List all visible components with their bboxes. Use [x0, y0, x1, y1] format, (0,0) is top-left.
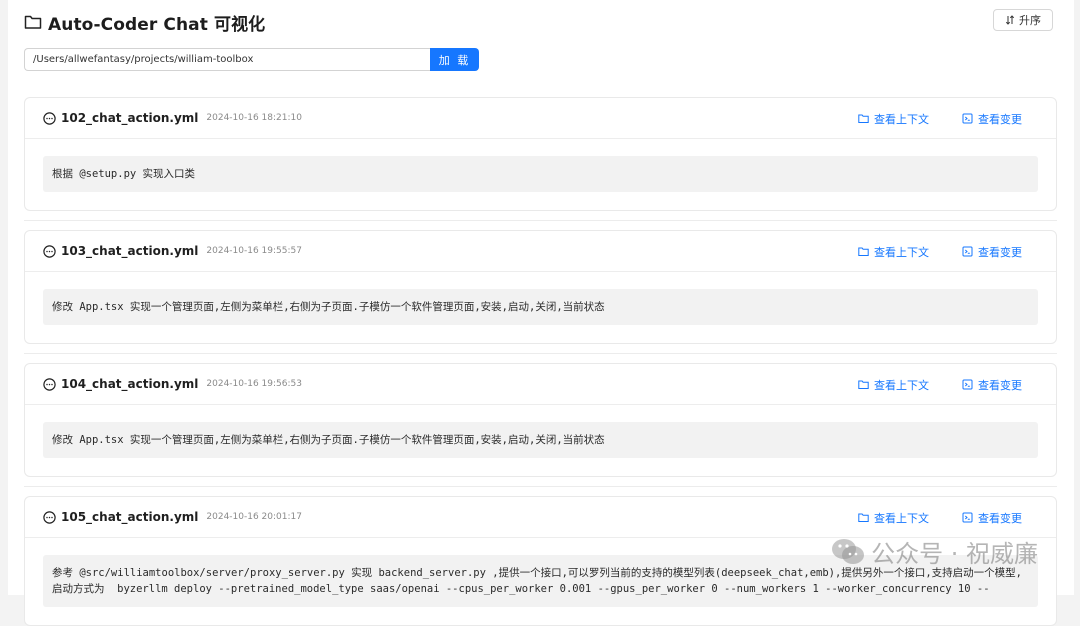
card-header: 102_chat_action.yml 2024-10-16 18:21:10 查看…: [25, 98, 1056, 139]
card-divider: [24, 353, 1057, 354]
view-changes-link[interactable]: 查看变更: [962, 111, 1022, 127]
view-context-link[interactable]: 查看上下文: [858, 244, 929, 260]
watermark-text: 公众号 · 祝威廉: [871, 540, 1038, 568]
chat-action-card: 104_chat_action.yml 2024-10-16 19:56:53 查看…: [24, 363, 1057, 477]
card-actions: 查看上下文 查看变更: [858, 98, 1022, 139]
card-divider: [24, 486, 1057, 487]
view-context-label: 查看上下文: [874, 378, 929, 392]
project-path-input[interactable]: [24, 48, 430, 71]
diff-icon: [962, 246, 973, 257]
view-changes-label: 查看变更: [978, 511, 1022, 525]
chat-message: 修改 App.tsx 实现一个管理页面,左侧为菜单栏,右侧为子页面.子模仿一个软…: [43, 422, 1038, 458]
view-context-link[interactable]: 查看上下文: [858, 510, 929, 526]
view-context-link[interactable]: 查看上下文: [858, 377, 929, 393]
chat-message: 修改 App.tsx 实现一个管理页面,左侧为菜单栏,右侧为子页面.子模仿一个软…: [43, 289, 1038, 325]
card-filename: 102_chat_action.yml: [61, 111, 199, 125]
card-header: 104_chat_action.yml 2024-10-16 19:56:53 查看…: [25, 364, 1056, 405]
wechat-logo-icon: [832, 538, 865, 564]
view-context-label: 查看上下文: [874, 112, 929, 126]
card-timestamp: 2024-10-16 20:01:17: [206, 512, 302, 522]
chat-bubble-icon: [43, 111, 56, 125]
folder-icon: [858, 513, 869, 522]
folder-icon: [858, 114, 869, 123]
card-timestamp: 2024-10-16 18:21:10: [206, 113, 302, 123]
card-actions: 查看上下文 查看变更: [858, 497, 1022, 538]
folder-icon: [858, 247, 869, 256]
view-context-link[interactable]: 查看上下文: [858, 111, 929, 127]
page-header: Auto-Coder Chat 可视化: [24, 10, 266, 35]
diff-icon: [962, 113, 973, 124]
diff-icon: [962, 512, 973, 523]
chat-bubble-icon: [43, 510, 56, 524]
card-filename: 105_chat_action.yml: [61, 510, 199, 524]
card-body: 修改 App.tsx 实现一个管理页面,左侧为菜单栏,右侧为子页面.子模仿一个软…: [25, 272, 1056, 342]
card-filename: 104_chat_action.yml: [61, 377, 199, 391]
chat-message: 根据 @setup.py 实现入口类: [43, 156, 1038, 192]
sort-label: 升序: [1019, 14, 1041, 27]
view-changes-label: 查看变更: [978, 245, 1022, 259]
page-title: Auto-Coder Chat 可视化: [48, 14, 266, 35]
view-changes-label: 查看变更: [978, 378, 1022, 392]
chat-bubble-icon: [43, 244, 56, 258]
main-panel: Auto-Coder Chat 可视化 升序 加 载 102_chat_acti…: [8, 0, 1074, 626]
chat-action-card: 103_chat_action.yml 2024-10-16 19:55:57 查看…: [24, 230, 1057, 344]
card-actions: 查看上下文 查看变更: [858, 231, 1022, 272]
view-changes-link[interactable]: 查看变更: [962, 377, 1022, 393]
diff-icon: [962, 379, 973, 390]
card-timestamp: 2024-10-16 19:56:53: [206, 379, 302, 389]
card-body: 修改 App.tsx 实现一个管理页面,左侧为菜单栏,右侧为子页面.子模仿一个软…: [25, 405, 1056, 475]
view-changes-link[interactable]: 查看变更: [962, 244, 1022, 260]
view-context-label: 查看上下文: [874, 245, 929, 259]
chat-action-card: 102_chat_action.yml 2024-10-16 18:21:10 查看…: [24, 97, 1057, 211]
path-bar: 加 载: [24, 48, 479, 71]
chat-bubble-icon: [43, 377, 56, 391]
card-header: 103_chat_action.yml 2024-10-16 19:55:57 查看…: [25, 231, 1056, 272]
card-divider: [24, 220, 1057, 221]
card-body: 根据 @setup.py 实现入口类: [25, 139, 1056, 209]
card-actions: 查看上下文 查看变更: [858, 364, 1022, 405]
view-context-label: 查看上下文: [874, 511, 929, 525]
card-header: 105_chat_action.yml 2024-10-16 20:01:17 查看…: [25, 497, 1056, 538]
watermark: 公众号 · 祝威廉: [831, 534, 1038, 569]
sort-icon: [1005, 15, 1015, 25]
card-filename: 103_chat_action.yml: [61, 244, 199, 258]
folder-icon: [858, 380, 869, 389]
card-timestamp: 2024-10-16 19:55:57: [206, 246, 302, 256]
load-button[interactable]: 加 载: [430, 48, 479, 71]
folder-icon: [24, 15, 42, 29]
sort-ascending-button[interactable]: 升序: [993, 9, 1053, 31]
view-changes-label: 查看变更: [978, 112, 1022, 126]
view-changes-link[interactable]: 查看变更: [962, 510, 1022, 526]
